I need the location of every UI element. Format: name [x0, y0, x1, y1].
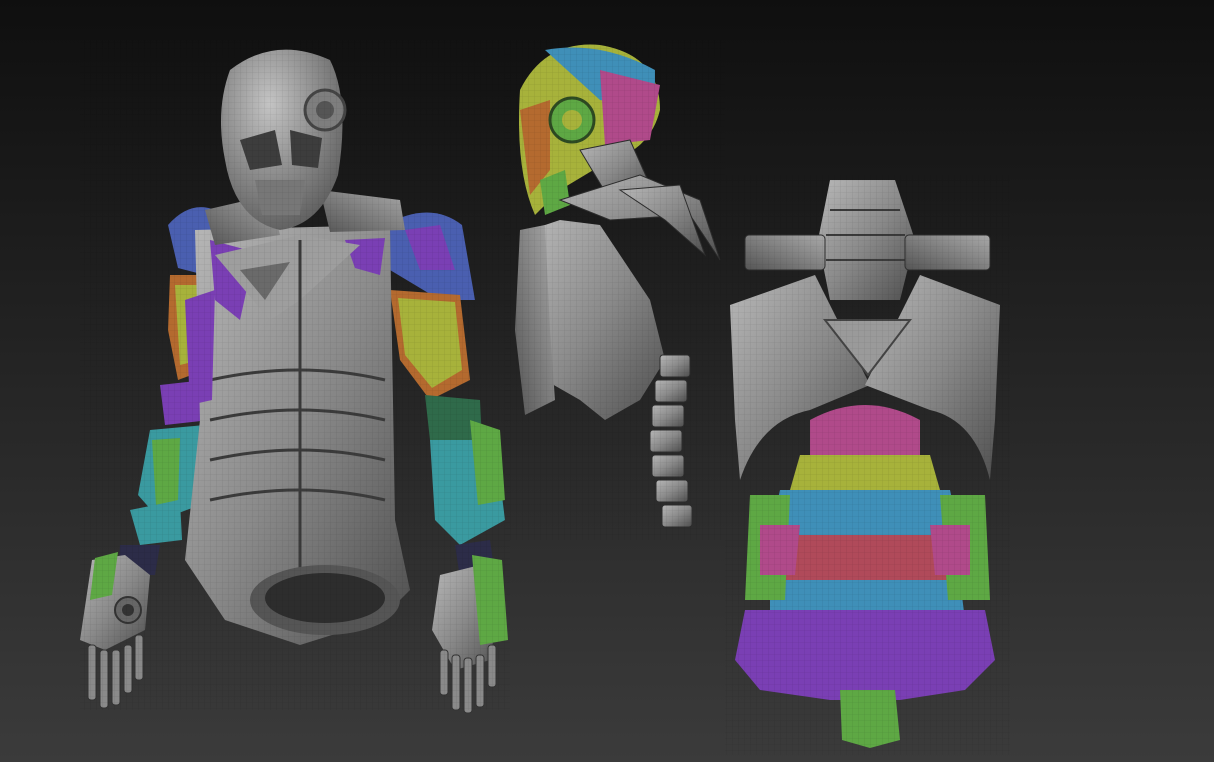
side-view-model — [505, 40, 725, 540]
front-view-model — [80, 40, 510, 714]
scene-canvas — [0, 0, 1214, 762]
3d-viewport[interactable] — [0, 0, 1214, 762]
back-view-model — [725, 175, 1010, 755]
